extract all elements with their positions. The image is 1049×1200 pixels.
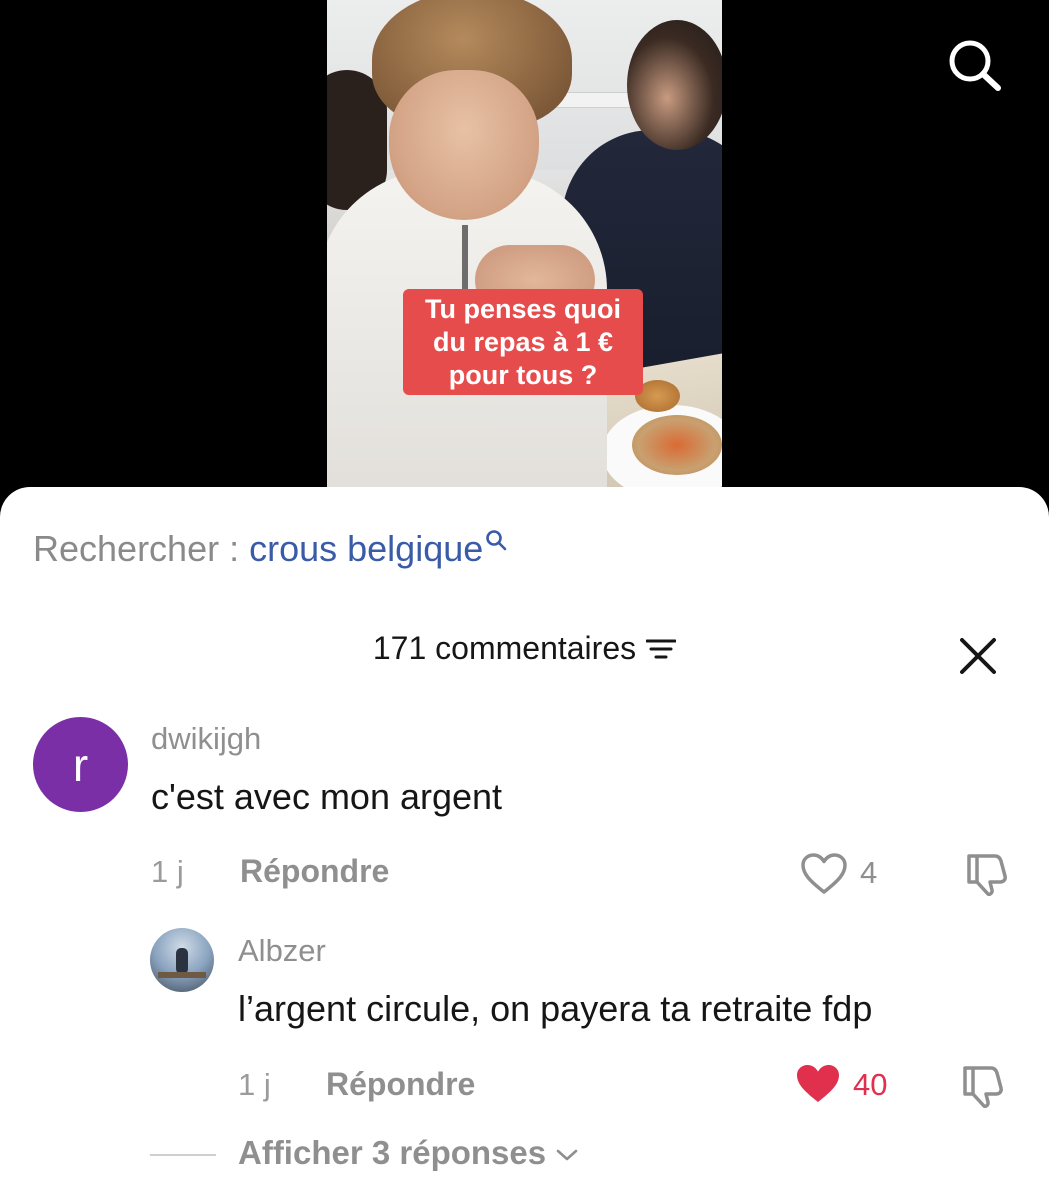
- search-suggestion[interactable]: Rechercher : crous belgique: [33, 528, 508, 570]
- search-icon[interactable]: [944, 36, 1004, 92]
- reply-username[interactable]: Albzer: [238, 933, 326, 969]
- comment-text: c'est avec mon argent: [151, 776, 503, 817]
- avatar[interactable]: r: [33, 717, 128, 812]
- caption-line: Tu penses quoi: [424, 293, 621, 324]
- close-icon[interactable]: [958, 636, 998, 676]
- filter-icon[interactable]: [646, 637, 677, 661]
- comments-sheet: [0, 487, 1049, 1200]
- reply-time: 1 j: [238, 1067, 271, 1102]
- comment-time: 1 j: [151, 854, 184, 889]
- like-count: 40: [853, 1067, 888, 1102]
- comments-header: 171 commentaires: [0, 630, 1049, 667]
- caption-line: pour tous ?: [448, 359, 598, 390]
- search-suggestion-prefix: Rechercher :: [33, 528, 250, 569]
- comment-username[interactable]: dwikijgh: [151, 721, 261, 757]
- search-icon: [486, 530, 507, 551]
- dislike-icon[interactable]: [961, 850, 1009, 898]
- video-player[interactable]: Tu penses quoi du repas à 1 € pour tous …: [0, 0, 1049, 500]
- chevron-down-icon: [556, 1149, 578, 1161]
- reply-button[interactable]: Répondre: [240, 853, 389, 890]
- video-caption: Tu penses quoi du repas à 1 € pour tous …: [403, 289, 643, 395]
- heart-outline-icon[interactable]: [800, 852, 848, 896]
- comment-count: 171 commentaires: [372, 630, 637, 666]
- reply-text: l’argent circule, on payera ta retraite …: [238, 988, 873, 1029]
- like-count: 4: [860, 855, 878, 890]
- caption-line: du repas à 1 €: [432, 326, 614, 357]
- reply-button[interactable]: Répondre: [326, 1066, 475, 1103]
- show-more-replies-button[interactable]: Afficher 3 réponses: [238, 1134, 579, 1172]
- heart-filled-icon[interactable]: [794, 1062, 842, 1106]
- avatar[interactable]: [150, 928, 214, 992]
- replies-divider: [150, 1154, 216, 1156]
- video-thumbnail: [327, 0, 722, 490]
- dislike-icon[interactable]: [957, 1062, 1005, 1110]
- search-suggestion-term[interactable]: crous belgique: [249, 528, 483, 569]
- show-more-replies-label: Afficher 3 réponses: [238, 1134, 547, 1171]
